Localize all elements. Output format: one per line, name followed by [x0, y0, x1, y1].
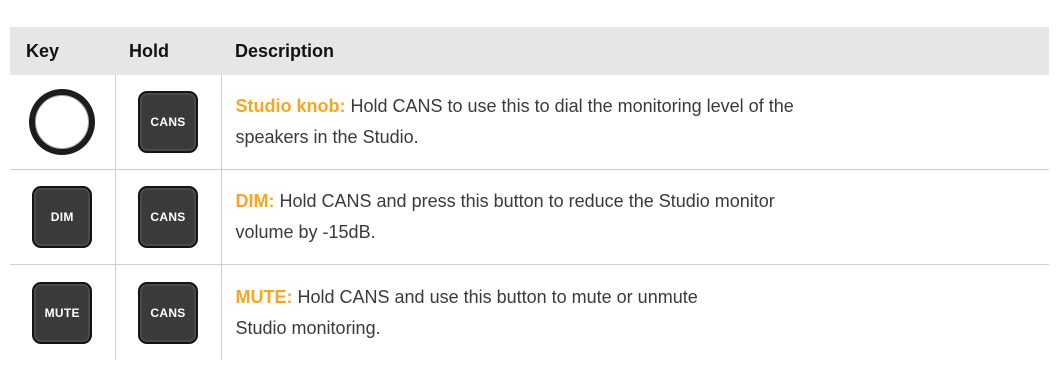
cans-button-icon: CANS [138, 281, 198, 344]
dim-button-icon: DIM [32, 186, 93, 248]
knob-icon [29, 89, 96, 155]
description-cell: MUTE: Hold CANS and use this button to m… [221, 265, 1049, 361]
table-header-row: Key Hold Description [10, 27, 1049, 75]
header-key: Key [10, 27, 115, 75]
hold-cell: CANS [115, 169, 222, 265]
header-hold: Hold [115, 27, 221, 75]
mute-button-icon: MUTE [32, 281, 93, 344]
table-row: CANS Studio knob: Hold CANS to use this … [10, 75, 1049, 170]
description-text: speakers in the Studio. [235, 127, 419, 147]
document-page: Key Hold Description CANS Studio knob: H… [0, 0, 1059, 369]
key-cell: MUTE [10, 264, 116, 360]
key-cell: DIM [10, 169, 116, 265]
table-row: MUTE CANS MUTE: Hold CANS and use this b… [10, 264, 1049, 361]
description-text: Hold CANS to use this to dial the monito… [345, 96, 794, 116]
description-text: Studio monitoring. [235, 317, 381, 338]
description-term: MUTE: [235, 286, 293, 307]
description-text: Hold CANS and press this button to reduc… [274, 191, 775, 211]
description-term: Studio knob: [235, 96, 346, 116]
header-description: Description [221, 27, 1049, 75]
description-term: DIM: [235, 191, 275, 211]
hold-cell: CANS [115, 75, 222, 170]
cans-button-icon: CANS [138, 186, 198, 248]
key-function-table: Key Hold Description CANS Studio knob: H… [10, 27, 1049, 360]
cans-button-icon: CANS [138, 91, 198, 153]
key-cell [10, 75, 116, 170]
table-row: DIM CANS DIM: Hold CANS and press this b… [10, 169, 1049, 265]
description-cell: DIM: Hold CANS and press this button to … [221, 169, 1049, 265]
description-text: Hold CANS and use this button to mute or… [292, 286, 698, 307]
description-cell: Studio knob: Hold CANS to use this to di… [221, 75, 1049, 170]
description-text: volume by -15dB. [235, 222, 376, 242]
hold-cell: CANS [115, 264, 222, 360]
